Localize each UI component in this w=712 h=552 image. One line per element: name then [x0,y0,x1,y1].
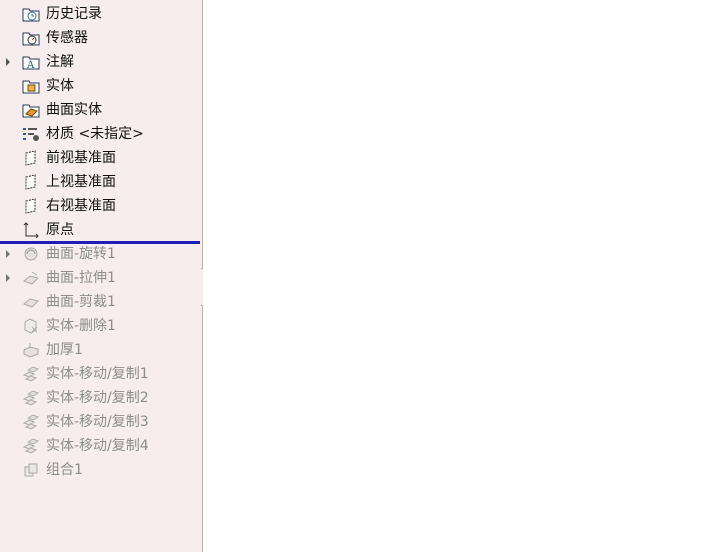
tree-item-history[interactable]: 历史记录 [0,2,202,26]
tree-item-surface-revolve[interactable]: 曲面-旋转1 [0,242,202,266]
expand-arrow-icon[interactable] [3,249,13,259]
material-icon [22,126,40,142]
tree-item-label: 实体-移动/复制2 [46,390,149,406]
tree-item-label: 组合1 [46,462,83,478]
sensor-folder-icon [22,30,40,46]
tree-item-label: 曲面-剪裁1 [46,294,116,310]
surface-revolve-icon [22,246,40,262]
tree-item-label: 实体 [46,78,74,94]
move-copy-body-icon [22,414,40,430]
annotation-folder-icon: A [22,54,40,70]
tree-item-solid-bodies[interactable]: 实体 [0,74,202,98]
plane-icon [22,150,40,166]
origin-icon [22,222,40,238]
combine-icon [22,462,40,478]
tree-item-delete-body[interactable]: 实体-删除1 [0,314,202,338]
delete-body-icon [22,318,40,334]
graphics-area[interactable] [203,0,712,552]
tree-item-label: 前视基准面 [46,150,116,166]
tree-item-label: 实体-移动/复制3 [46,414,149,430]
feature-manager-tree: 历史记录 传感器 A 注解 实体 曲面实体 材质 <未指定> 前视基准面 上视基… [0,0,203,552]
tree-item-label: 上视基准面 [46,174,116,190]
tree-item-label: 传感器 [46,30,88,46]
move-copy-body-icon [22,438,40,454]
surface-extrude-icon [22,270,40,286]
thicken-icon [22,342,40,358]
expand-arrow-icon[interactable] [3,273,13,283]
tree-item-right-plane[interactable]: 右视基准面 [0,194,202,218]
tree-item-label: 实体-删除1 [46,318,116,334]
tree-item-label: 曲面实体 [46,102,102,118]
tree-item-surface-extrude[interactable]: 曲面-拉伸1 [0,266,202,290]
surface-bodies-folder-icon [22,102,40,118]
tree-item-label: 材质 <未指定> [46,126,144,142]
svg-text:A: A [26,60,35,70]
tree-item-combine[interactable]: 组合1 [0,458,202,482]
tree-item-label: 实体-移动/复制4 [46,438,149,454]
tree-item-move-copy-1[interactable]: 实体-移动/复制1 [0,362,202,386]
tree-item-label: 注解 [46,54,74,70]
solid-bodies-folder-icon [22,78,40,94]
tree-item-label: 曲面-旋转1 [46,246,116,262]
tree-item-thicken[interactable]: 加厚1 [0,338,202,362]
tree-item-surface-bodies[interactable]: 曲面实体 [0,98,202,122]
plane-icon [22,174,40,190]
tree-item-origin[interactable]: 原点 [0,218,202,242]
tree-item-surface-trim[interactable]: 曲面-剪裁1 [0,290,202,314]
tree-item-top-plane[interactable]: 上视基准面 [0,170,202,194]
tree-item-label: 曲面-拉伸1 [46,270,116,286]
tree-item-material[interactable]: 材质 <未指定> [0,122,202,146]
tree-item-annotations[interactable]: A 注解 [0,50,202,74]
tree-item-label: 原点 [46,222,74,238]
move-copy-body-icon [22,390,40,406]
tree-item-sensors[interactable]: 传感器 [0,26,202,50]
history-folder-icon [22,6,40,22]
tree-item-move-copy-4[interactable]: 实体-移动/复制4 [0,434,202,458]
expand-arrow-icon[interactable] [3,57,13,67]
tree-item-label: 历史记录 [46,6,102,22]
surface-trim-icon [22,294,40,310]
plane-icon [22,198,40,214]
tree-item-move-copy-2[interactable]: 实体-移动/复制2 [0,386,202,410]
tree-item-move-copy-3[interactable]: 实体-移动/复制3 [0,410,202,434]
tree-item-label: 实体-移动/复制1 [46,366,149,382]
tree-item-front-plane[interactable]: 前视基准面 [0,146,202,170]
move-copy-body-icon [22,366,40,382]
tree-item-label: 右视基准面 [46,198,116,214]
tree-item-label: 加厚1 [46,342,83,358]
